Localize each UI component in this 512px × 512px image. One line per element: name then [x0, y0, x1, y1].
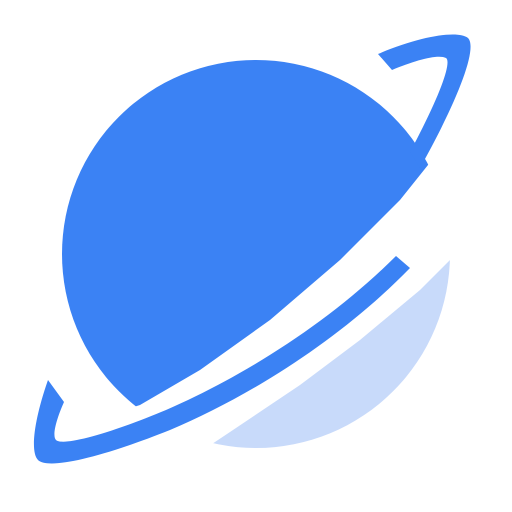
planet-icon: [33, 34, 471, 464]
app-icon-canvas: [0, 0, 512, 512]
